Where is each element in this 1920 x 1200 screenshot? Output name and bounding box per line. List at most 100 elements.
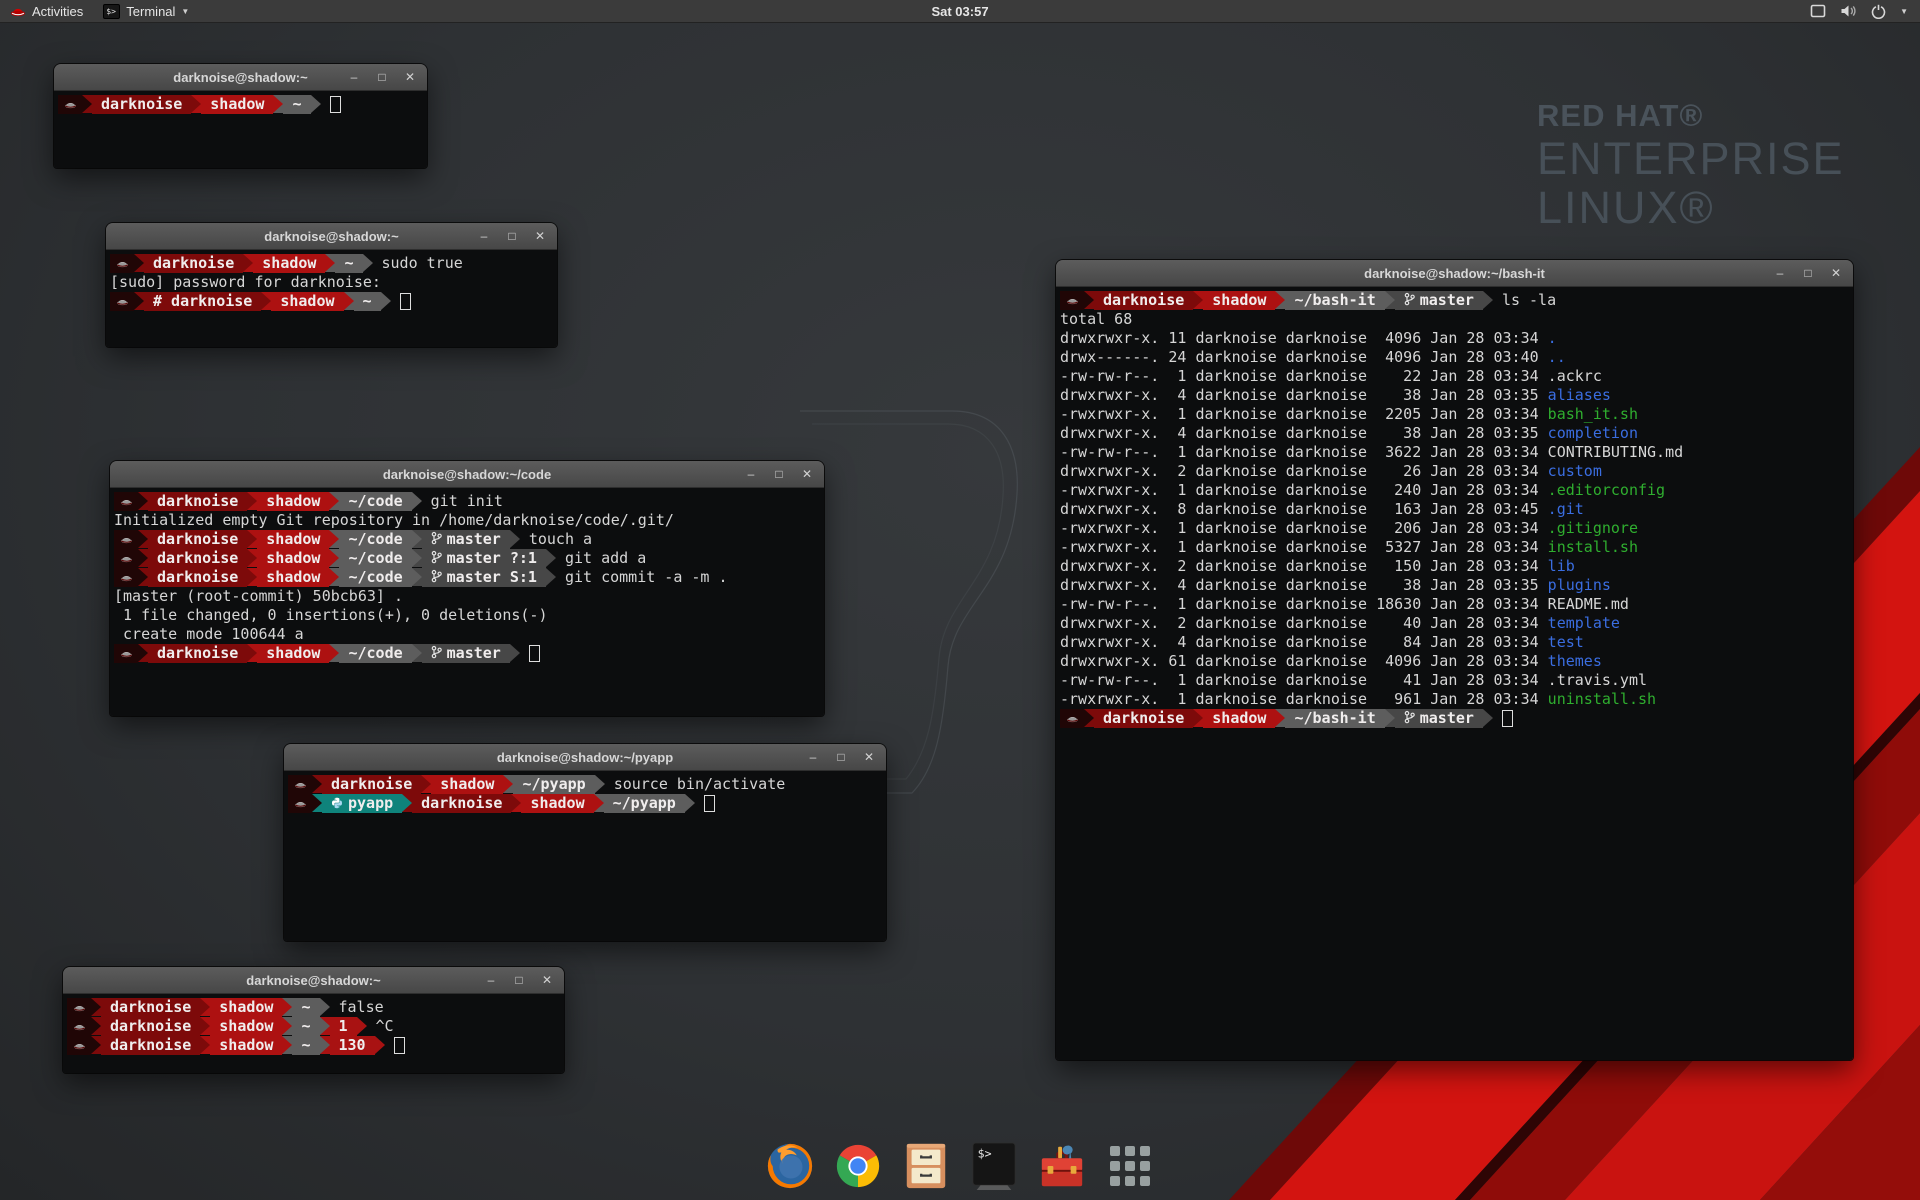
output-text: README.md	[1548, 595, 1629, 613]
prompt-line: darknoiseshadow~/codemaster	[114, 644, 819, 663]
prompt-segment-host: shadow	[1203, 709, 1275, 728]
minimize-button[interactable]: –	[477, 230, 491, 242]
close-button[interactable]: ✕	[1829, 267, 1843, 279]
app-menu-button[interactable]: $> Terminal ▼	[93, 0, 199, 22]
titlebar[interactable]: darknoise@shadow:~/pyapp – □ ✕	[284, 744, 886, 771]
clock[interactable]: Sat 03:57	[0, 4, 1920, 19]
output-text: -rwxrwxr-x. 1 darknoise darknoise 5327 J…	[1060, 538, 1548, 556]
terminal-body[interactable]: darknoiseshadow~falsedarknoiseshadow~1^C…	[63, 994, 564, 1073]
powerline-separator	[138, 530, 148, 548]
output-line: -rwxrwxr-x. 1 darknoise darknoise 961 Ja…	[1060, 690, 1848, 709]
close-button[interactable]: ✕	[540, 974, 554, 986]
powerline-separator	[138, 568, 148, 586]
terminal-body[interactable]: darknoiseshadow~sudo true[sudo] password…	[106, 250, 557, 347]
output-text: create mode 100644 a	[114, 625, 304, 643]
minimize-button[interactable]: –	[484, 974, 498, 986]
files-icon[interactable]	[900, 1140, 952, 1192]
titlebar[interactable]: darknoise@shadow:~/bash-it – □ ✕	[1056, 260, 1853, 287]
output-text: -rwxrwxr-x. 1 darknoise darknoise 240 Ja…	[1060, 481, 1548, 499]
minimize-button[interactable]: –	[806, 751, 820, 763]
terminal-window-home-2[interactable]: darknoise@shadow:~ – □ ✕ darknoise shadow…	[63, 967, 564, 1073]
prompt-segment-user: darknoise	[101, 998, 200, 1017]
powerline-separator	[320, 1017, 330, 1035]
toolbox-icon[interactable]	[1036, 1140, 1088, 1192]
redhat-icon	[116, 255, 129, 274]
terminal-body[interactable]: darknoiseshadow~/bash-itmasterls -latota…	[1056, 287, 1853, 1060]
activities-button[interactable]: Activities	[0, 0, 93, 22]
maximize-button[interactable]: □	[512, 974, 526, 986]
directory-name: lib	[1548, 557, 1575, 575]
close-button[interactable]: ✕	[533, 230, 547, 242]
minimize-button[interactable]: –	[347, 71, 361, 83]
prompt-segment-venv: pyapp	[322, 794, 402, 813]
prompt-segment-host: shadow	[210, 1017, 282, 1036]
close-button[interactable]: ✕	[800, 468, 814, 480]
maximize-button[interactable]: □	[1801, 267, 1815, 279]
powerline-separator	[1275, 291, 1285, 309]
terminal-window-bash-it[interactable]: darknoise@shadow:~/bash-it – □ ✕ darknoi…	[1056, 260, 1853, 1060]
terminal-window-home-1[interactable]: darknoise@shadow:~ – □ ✕ darknoiseshadow…	[54, 64, 427, 168]
firefox-icon[interactable]	[764, 1140, 816, 1192]
maximize-button[interactable]: □	[772, 468, 786, 480]
output-line: drwxrwxr-x. 11 darknoise darknoise 4096 …	[1060, 329, 1848, 348]
executable-name: uninstall.sh	[1548, 690, 1656, 708]
output-line: drwxrwxr-x. 2 darknoise darknoise 26 Jan…	[1060, 462, 1848, 481]
powerline-separator	[282, 1036, 292, 1054]
terminal-body[interactable]: darknoiseshadow~/pyappsource bin/activat…	[284, 771, 886, 941]
titlebar[interactable]: darknoise@shadow:~ – □ ✕	[54, 64, 427, 91]
rhel-branding: RED HAT® ENTERPRISE LINUX®	[1537, 98, 1845, 232]
system-status-area[interactable]: ▼	[1810, 0, 1920, 22]
titlebar[interactable]: darknoise@shadow:~ – □ ✕	[106, 223, 557, 250]
terminal-window-pyapp[interactable]: darknoise@shadow:~/pyapp – □ ✕ darknoise…	[284, 744, 886, 941]
maximize-button[interactable]: □	[375, 71, 389, 83]
prompt-segment-path: ~/code	[339, 492, 411, 511]
close-button[interactable]: ✕	[862, 751, 876, 763]
maximize-button[interactable]: □	[834, 751, 848, 763]
prompt-segment-path: ~	[292, 1036, 319, 1055]
output-text: drwxrwxr-x. 2 darknoise darknoise 150 Ja…	[1060, 557, 1548, 575]
executable-name: .editorconfig	[1548, 481, 1665, 499]
terminal-window-sudo[interactable]: darknoise@shadow:~ – □ ✕ darknoise shadow…	[106, 223, 557, 347]
output-line: drwxrwxr-x. 61 darknoise darknoise 4096 …	[1060, 652, 1848, 671]
prompt-segment-user: darknoise	[148, 644, 247, 663]
prompt-line: darknoiseshadow~/pyappsource bin/activat…	[288, 775, 881, 794]
powerline-separator	[546, 549, 556, 567]
powerline-separator	[595, 775, 605, 793]
prompt-segment-user: darknoise	[144, 254, 243, 273]
powerline-separator	[247, 492, 257, 510]
prompt-segment-path: ~/code	[339, 549, 411, 568]
prompt-segment-exit: 1	[330, 1017, 357, 1036]
minimize-button[interactable]: –	[744, 468, 758, 480]
prompt-segment-git: master S:1	[422, 568, 546, 587]
powerline-separator	[261, 292, 271, 310]
prompt-segment-host: shadow	[257, 530, 329, 549]
maximize-button[interactable]: □	[505, 230, 519, 242]
prompt-segment-hat	[288, 794, 312, 813]
app-grid-icon[interactable]	[1104, 1140, 1156, 1192]
terminal-window-code[interactable]: darknoise@shadow:~/code – □ ✕ darknoises…	[110, 461, 824, 716]
prompt-segment-user: darknoise	[1094, 291, 1193, 310]
git-branch-icon	[1404, 710, 1415, 729]
titlebar[interactable]: darknoise@shadow:~/code – □ ✕	[110, 461, 824, 488]
prompt-segment-hat	[67, 998, 91, 1017]
window-title: darknoise@shadow:~/code	[383, 467, 551, 482]
directory-name: .git	[1548, 500, 1584, 518]
terminal-cursor	[400, 293, 411, 310]
terminal-dock-icon[interactable]: $>	[968, 1140, 1020, 1192]
window-title: darknoise@shadow:~	[173, 70, 307, 85]
git-branch-icon	[431, 645, 442, 664]
output-line: -rwxrwxr-x. 1 darknoise darknoise 2205 J…	[1060, 405, 1848, 424]
prompt-segment-host: shadow	[271, 292, 343, 311]
prompt-line: darknoiseshadow~/bash-itmasterls -la	[1060, 291, 1848, 310]
close-button[interactable]: ✕	[403, 71, 417, 83]
prompt-segment-path: ~/code	[339, 644, 411, 663]
terminal-body[interactable]: darknoiseshadow~/codegit initInitialized…	[110, 488, 824, 716]
terminal-body[interactable]: darknoiseshadow~	[54, 91, 427, 168]
branding-line3: LINUX®	[1537, 183, 1845, 232]
prompt-segment-user: darknoise	[148, 492, 247, 511]
powerline-separator	[1385, 709, 1395, 727]
powerline-separator	[247, 644, 257, 662]
minimize-button[interactable]: –	[1773, 267, 1787, 279]
chrome-icon[interactable]	[832, 1140, 884, 1192]
titlebar[interactable]: darknoise@shadow:~ – □ ✕	[63, 967, 564, 994]
